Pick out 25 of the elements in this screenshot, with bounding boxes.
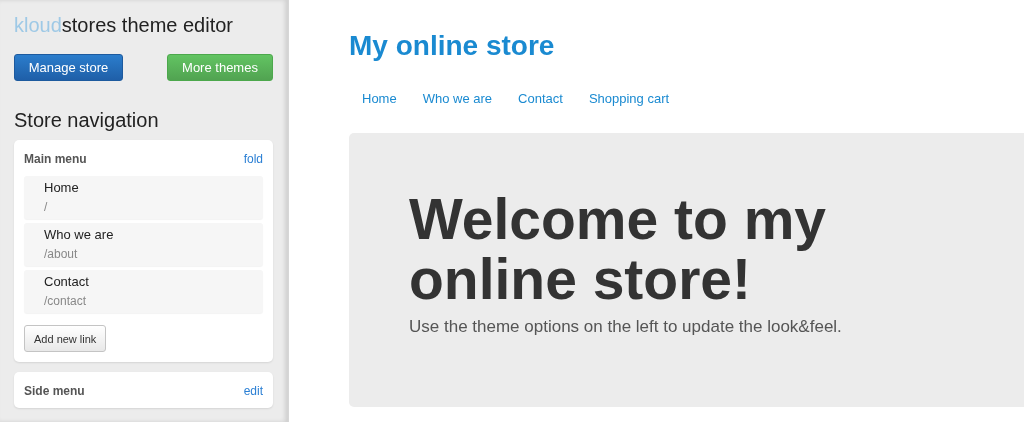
nav-link[interactable]: Home (349, 84, 410, 113)
menu-link-item[interactable]: Home / (24, 176, 263, 219)
link-path: /about (44, 246, 79, 263)
app-title: kloudstores theme editor (14, 13, 234, 38)
link-path: /contact (44, 293, 88, 310)
add-link-button[interactable]: Add new link (24, 325, 107, 352)
section-title: Store navigation (14, 109, 160, 132)
menu-title: Side menu (24, 384, 85, 398)
nav-link[interactable]: Who we are (409, 84, 506, 113)
menu-link-item[interactable]: Who we are /about (24, 223, 263, 266)
themes-button[interactable]: More themes (167, 54, 273, 81)
link-name: Who we are (44, 226, 115, 244)
menu-action-link[interactable]: edit (243, 384, 263, 398)
link-name: Contact (44, 273, 90, 291)
hero-text: Use the theme options on the left to update the look&feel. (409, 317, 843, 337)
link-name: Home (44, 179, 80, 197)
menu-title: Main menu (24, 152, 87, 166)
menu-link-item[interactable]: Contact /contact (24, 270, 263, 313)
store-title: My online store (349, 30, 556, 62)
hero-heading: Welcome to my online store! (409, 189, 828, 309)
link-path: / (44, 199, 49, 216)
manage-button[interactable]: Manage store (14, 54, 123, 81)
menu-action-link[interactable]: fold (243, 152, 263, 166)
nav-link[interactable]: Contact (505, 84, 576, 113)
nav-link[interactable]: Shopping cart (575, 84, 683, 113)
